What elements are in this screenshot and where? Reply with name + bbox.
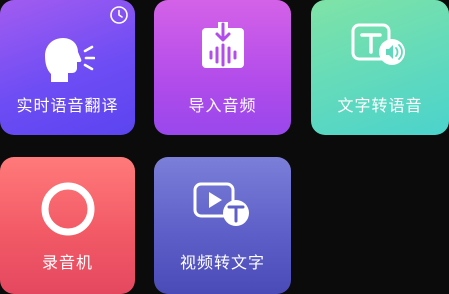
tile-label: 视频转文字 bbox=[179, 253, 265, 272]
tile-text-to-speech[interactable]: 文字转语音 bbox=[311, 0, 449, 135]
tile-label: 录音机 bbox=[41, 253, 93, 272]
video-to-text-icon bbox=[192, 181, 254, 229]
tile-video-to-text[interactable]: 视频转文字 bbox=[154, 157, 291, 294]
tile-label: 文字转语音 bbox=[337, 96, 423, 115]
tile-label: 导入音频 bbox=[188, 96, 257, 115]
tile-recorder[interactable]: 录音机 bbox=[0, 157, 135, 294]
text-to-speech-icon bbox=[350, 22, 410, 68]
record-circle-icon bbox=[40, 181, 96, 237]
clock-icon bbox=[109, 5, 129, 29]
tile-import-audio[interactable]: 导入音频 bbox=[154, 0, 291, 135]
speaking-head-icon bbox=[41, 36, 95, 84]
feature-grid: 实时语音翻译 导入音频 文字转语音 录音机 视频转文字 bbox=[0, 0, 449, 294]
tile-label: 实时语音翻译 bbox=[16, 96, 119, 115]
import-audio-icon bbox=[199, 22, 247, 72]
tile-realtime-voice-translation[interactable]: 实时语音翻译 bbox=[0, 0, 135, 135]
